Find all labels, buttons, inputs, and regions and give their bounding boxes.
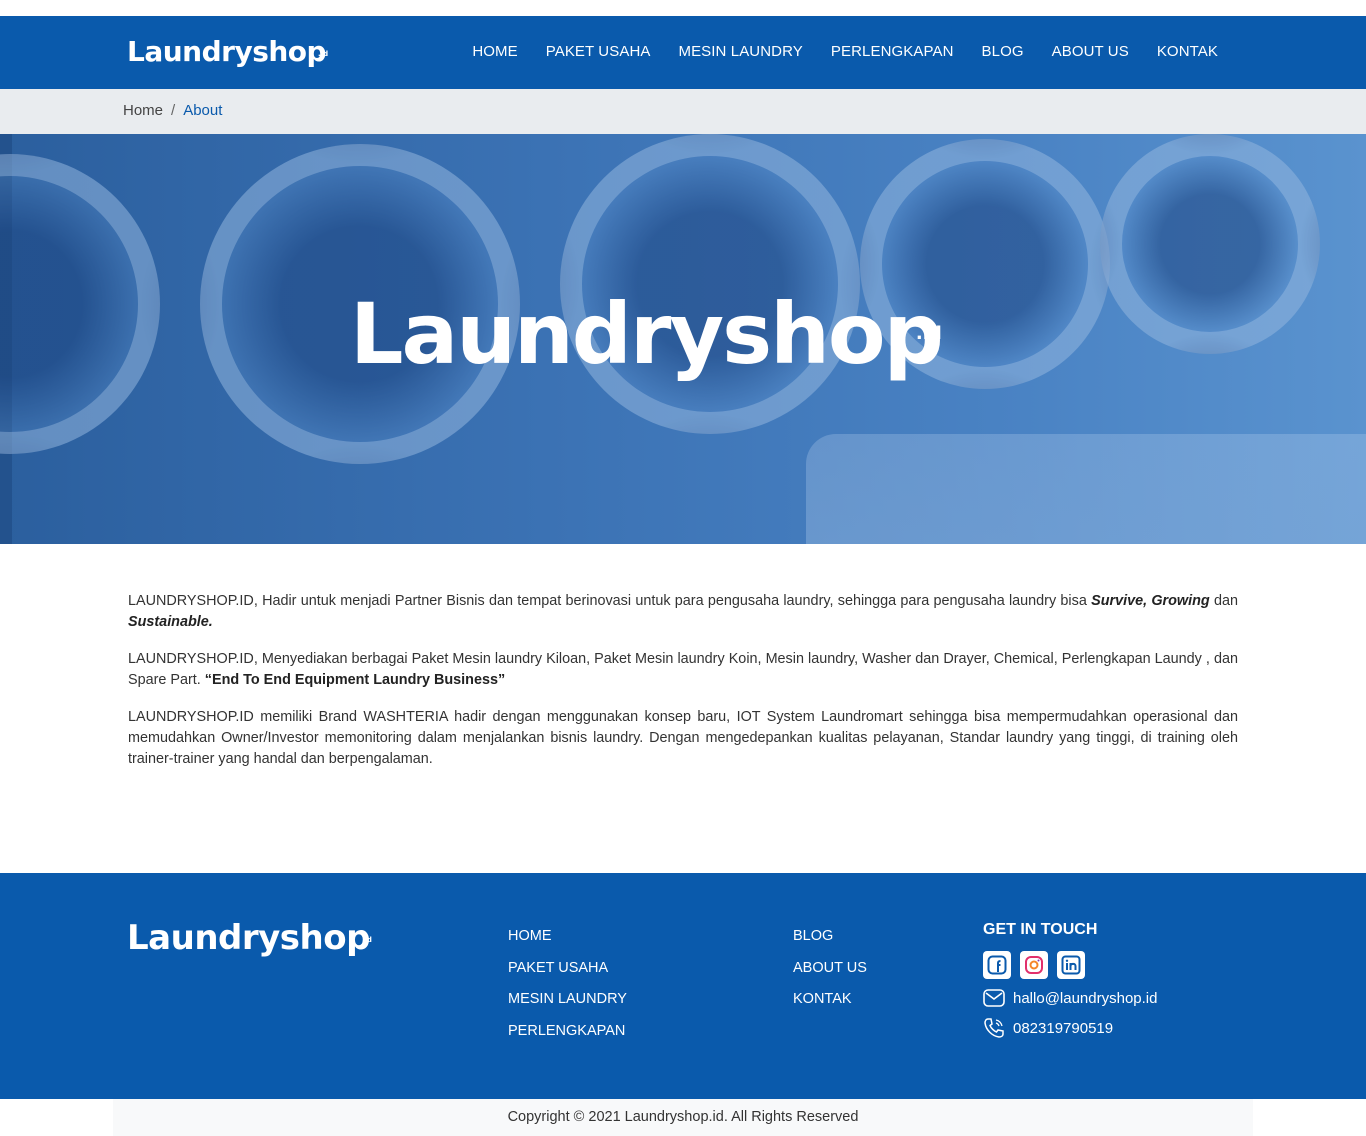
copyright-text: Copyright © 2021 Laundryshop.id. All Rig… [507,1109,859,1125]
hero-banner: Laundryshop .id [0,134,1366,544]
get-in-touch: GET IN TOUCH hallo@laundryshop.id 082319… [983,921,1158,1039]
phone-icon [984,1018,1004,1038]
social-links [983,951,1158,979]
about-tagline: “End To End Equipment Laundry Business” [204,672,506,688]
main-nav: HOME PAKET USAHA MESIN LAUNDRY PERLENGKA… [444,43,1218,60]
washer-drum-image [1100,134,1320,354]
laundry-basket-image [806,434,1366,544]
site-logo-suffix: .id [318,50,329,58]
footer-links-col-1: HOME PAKET USAHA MESIN LAUNDRY PERLENGKA… [508,927,627,1041]
hero-logo-text: Laundryshop [350,285,944,383]
about-paragraph-1-mid: dan [1209,593,1238,609]
footer: Laundryshop .id HOME PAKET USAHA MESIN LA… [0,873,1366,1099]
footer-link-paket-usaha[interactable]: PAKET USAHA [508,959,627,979]
facebook-icon[interactable] [983,951,1011,979]
nav-perlengkapan[interactable]: PERLENGKAPAN [831,43,954,60]
footer-link-home[interactable]: HOME [508,927,627,947]
footer-link-perlengkapan[interactable]: PERLENGKAPAN [508,1022,627,1042]
about-emphasis-survive: Survive, Growing [1091,593,1210,609]
envelope-icon [983,989,1005,1007]
footer-link-about-us[interactable]: ABOUT US [793,959,867,979]
nav-paket-usaha[interactable]: PAKET USAHA [546,43,651,60]
footer-logo-suffix: .id [361,936,372,944]
breadcrumb-separator: / [171,102,176,119]
instagram-icon[interactable] [1020,951,1048,979]
footer-phone-text: 082319790519 [1013,1019,1114,1037]
nav-blog[interactable]: BLOG [982,43,1024,60]
footer-email[interactable]: hallo@laundryshop.id [983,989,1158,1007]
footer-logo-text: Laundryshop [127,918,370,958]
nav-kontak[interactable]: KONTAK [1157,43,1218,60]
footer-link-kontak[interactable]: KONTAK [793,990,867,1010]
about-paragraph-1: LAUNDRYSHOP.ID, Hadir untuk menjadi Part… [128,591,1238,633]
footer-link-mesin-laundry[interactable]: MESIN LAUNDRY [508,990,627,1010]
get-in-touch-title: GET IN TOUCH [983,921,1098,938]
about-paragraph-3: LAUNDRYSHOP.ID memiliki Brand WASHTERIA … [128,709,1238,767]
hero-logo: Laundryshop .id [350,279,944,389]
nav-about-us[interactable]: ABOUT US [1052,43,1129,60]
footer-phone[interactable]: 082319790519 [983,1017,1158,1039]
nav-home[interactable]: HOME [472,43,517,60]
site-logo-text: Laundryshop [127,35,327,68]
linkedin-icon[interactable] [1057,951,1085,979]
about-content: LAUNDRYSHOP.ID, Hadir untuk menjadi Part… [128,591,1238,786]
breadcrumb-home[interactable]: Home [123,102,163,119]
breadcrumb-current: About [183,102,223,119]
about-paragraph-1-text: LAUNDRYSHOP.ID, Hadir untuk menjadi Part… [128,593,1092,609]
hero-logo-suffix: .id [915,323,942,344]
top-navbar: Laundryshop .id HOME PAKET USAHA MESIN LA… [0,16,1366,89]
footer-logo[interactable]: Laundryshop .id [127,917,372,959]
about-emphasis-sustainable: Sustainable. [128,614,213,630]
footer-email-text: hallo@laundryshop.id [1013,989,1158,1007]
about-paragraph-2: LAUNDRYSHOP.ID, Menyediakan berbagai Pak… [128,649,1238,691]
breadcrumb: Home / About [0,89,1366,134]
footer-links-col-2: BLOG ABOUT US KONTAK [793,927,867,1010]
nav-mesin-laundry[interactable]: MESIN LAUNDRY [678,43,802,60]
washer-drum-image [0,154,160,454]
site-logo[interactable]: Laundryshop .id [127,35,329,69]
footer-link-blog[interactable]: BLOG [793,927,867,947]
copyright-bar: Copyright © 2021 Laundryshop.id. All Rig… [113,1099,1253,1136]
